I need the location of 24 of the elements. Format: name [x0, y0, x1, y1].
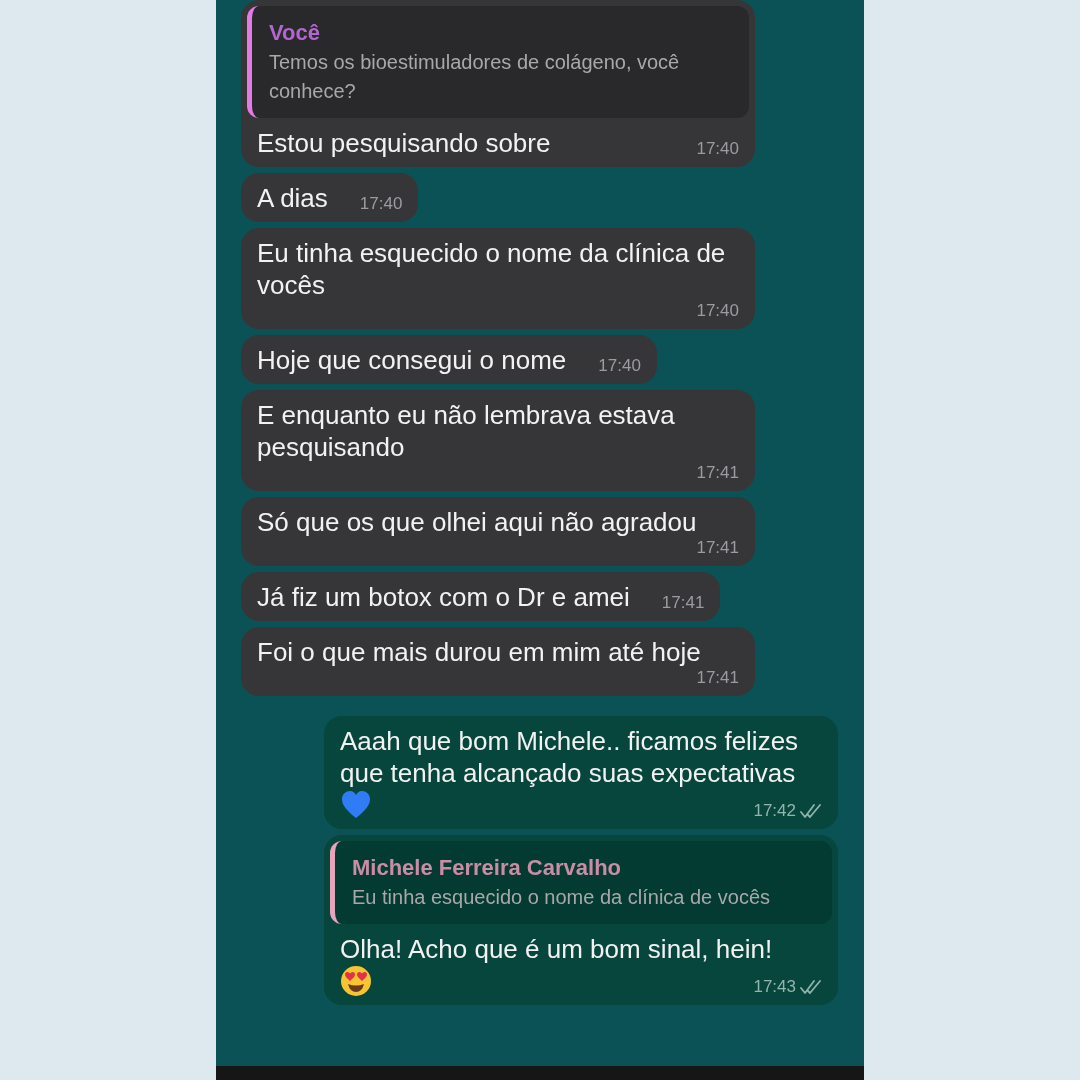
quote-text: Temos os bioestimuladores de colágeno, você conhece?	[269, 50, 681, 104]
message-time: 17:41	[696, 538, 739, 558]
message-text: Só que os que olhei aqui não agradou	[257, 506, 697, 538]
message-text: Aaah que bom Michele.. ficamos felizes que tenha alcançado suas expectativas	[340, 725, 800, 789]
message-time: 17:41	[696, 668, 739, 688]
message-time: 17:40	[359, 194, 403, 214]
message-text: Eu tinha esquecido o nome da clínica de vocês	[257, 237, 727, 301]
message-time: 17:40	[598, 356, 641, 376]
quote-author: Você	[269, 19, 321, 47]
message-time: 17:43	[753, 977, 796, 997]
message-time: 17:40	[696, 139, 739, 159]
message-text: Estou pesquisando sobre	[257, 127, 551, 159]
message-text: Foi o que mais durou em mim até hoje	[257, 636, 701, 668]
message-text: A dias	[257, 182, 328, 214]
message-time: 17:40	[696, 301, 739, 321]
quote-author: Michele Ferreira Carvalho	[352, 854, 622, 882]
quote-text: Eu tinha esquecido o nome da clínica de vocês	[352, 885, 772, 910]
message-time: 17:41	[696, 463, 739, 483]
message-text: Olha! Acho que é um bom sinal, hein!	[340, 933, 773, 965]
message-time: 17:42	[753, 801, 796, 821]
message-text: E enquanto eu não lembrava estava pesquisando	[257, 399, 676, 463]
message-text: Hoje que consegui o nome	[257, 344, 567, 376]
message-text: Já fiz um botox com o Dr e amei	[257, 581, 630, 613]
message-time: 17:41	[661, 593, 705, 613]
